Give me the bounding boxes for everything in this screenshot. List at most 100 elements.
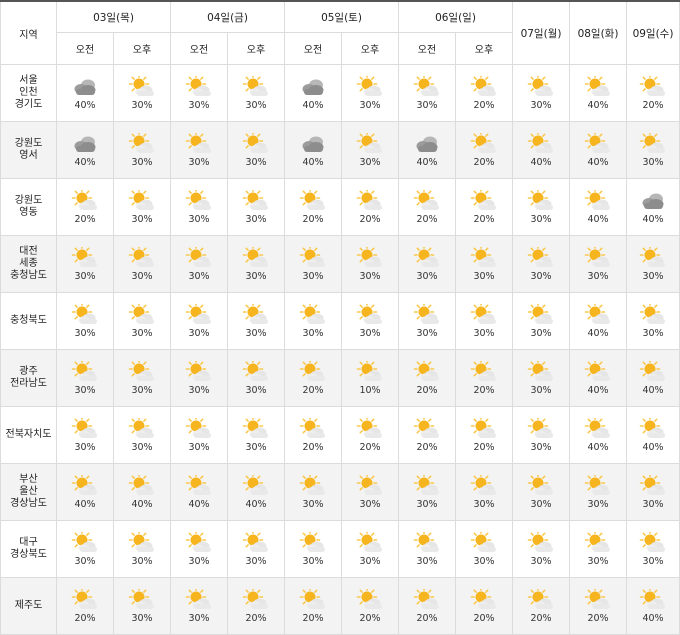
precip-probability: 30%: [530, 213, 552, 225]
forecast-cell: 30%: [113, 292, 171, 350]
partly-cloudy-icon: [356, 417, 382, 438]
region-row: 대구 경상북도 30% 30% 30% 30% 30% 30% 30% 30% 30% 30% 30%: [0, 520, 680, 578]
precip-probability: 30%: [74, 270, 96, 282]
partly-cloudy-icon: [356, 303, 382, 324]
precip-probability: 40%: [245, 498, 267, 510]
partly-cloudy-icon: [356, 588, 382, 609]
precip-probability: 20%: [359, 213, 381, 225]
region-name-line: 경기도: [14, 99, 43, 110]
forecast-cell: 30%: [512, 520, 570, 578]
forecast-cell: 20%: [284, 349, 342, 407]
region-name-line: 충청북도: [10, 315, 47, 326]
region-name-line: 영서: [19, 150, 38, 161]
partly-cloudy-icon: [527, 303, 553, 324]
forecast-cell: 20%: [455, 178, 513, 236]
partly-cloudy-icon: [470, 588, 496, 609]
precip-probability: 30%: [74, 327, 96, 339]
forecast-cell: 30%: [227, 520, 285, 578]
precip-probability: 30%: [359, 270, 381, 282]
day-header: 05일(토): [284, 0, 399, 33]
forecast-cell: 20%: [569, 577, 627, 635]
precip-probability: 30%: [188, 213, 210, 225]
precip-probability: 20%: [302, 612, 324, 624]
precip-probability: 40%: [587, 327, 609, 339]
forecast-cell: 30%: [341, 463, 399, 521]
forecast-cell: 30%: [455, 463, 513, 521]
precip-probability: 20%: [359, 441, 381, 453]
precip-probability: 30%: [530, 327, 552, 339]
partly-cloudy-icon: [527, 588, 553, 609]
precip-probability: 40%: [74, 498, 96, 510]
region-name: 광주 전라남도: [0, 349, 57, 407]
am-header: 오전: [398, 32, 456, 65]
region-name-line: 영동: [19, 207, 38, 218]
precip-probability: 20%: [473, 384, 495, 396]
region-name: 강원도 영동: [0, 178, 57, 236]
precip-probability: 30%: [302, 498, 324, 510]
forecast-cell: 30%: [626, 235, 680, 293]
precip-probability: 20%: [473, 213, 495, 225]
partly-cloudy-icon: [242, 189, 268, 210]
partly-cloudy-icon: [128, 246, 154, 267]
partly-cloudy-icon: [356, 531, 382, 552]
forecast-cell: 30%: [569, 235, 627, 293]
forecast-cell: 40%: [569, 121, 627, 179]
partly-cloudy-icon: [584, 189, 610, 210]
partly-cloudy-icon: [128, 132, 154, 153]
forecast-cell: 40%: [569, 292, 627, 350]
partly-cloudy-icon: [299, 303, 325, 324]
cloudy-icon: [74, 136, 96, 152]
forecast-cell: 30%: [56, 292, 114, 350]
precip-probability: 30%: [188, 156, 210, 168]
precip-probability: 30%: [359, 99, 381, 111]
forecast-cell: 20%: [227, 577, 285, 635]
precip-probability: 30%: [131, 327, 153, 339]
day-header: 06일(일): [398, 0, 513, 33]
forecast-cell: 30%: [512, 292, 570, 350]
region-name-line: 부산: [19, 474, 38, 485]
partly-cloudy-icon: [242, 360, 268, 381]
partly-cloudy-icon: [71, 474, 97, 495]
forecast-cell: 30%: [113, 64, 171, 122]
region-name-line: 광주: [19, 366, 38, 377]
precip-probability: 30%: [473, 270, 495, 282]
forecast-cell: 20%: [512, 577, 570, 635]
partly-cloudy-icon: [413, 189, 439, 210]
forecast-cell: 30%: [284, 463, 342, 521]
partly-cloudy-icon: [185, 474, 211, 495]
precip-probability: 30%: [302, 555, 324, 567]
forecast-cell: 10%: [341, 349, 399, 407]
partly-cloudy-icon: [470, 417, 496, 438]
partly-cloudy-icon: [71, 417, 97, 438]
forecast-cell: 30%: [113, 178, 171, 236]
precip-probability: 30%: [131, 270, 153, 282]
partly-cloudy-icon: [242, 303, 268, 324]
forecast-cell: 40%: [227, 463, 285, 521]
forecast-cell: 40%: [569, 178, 627, 236]
forecast-cell: 30%: [512, 406, 570, 464]
precip-probability: 20%: [473, 156, 495, 168]
region-row: 광주 전라남도 30% 30% 30% 30% 20% 10% 20% 20% 30% 40% 40%: [0, 349, 680, 407]
forecast-cell: 20%: [398, 577, 456, 635]
partly-cloudy-icon: [128, 417, 154, 438]
day-header: 07일(월): [512, 0, 570, 65]
partly-cloudy-icon: [71, 303, 97, 324]
precip-probability: 40%: [131, 498, 153, 510]
region-name: 제주도: [0, 577, 57, 635]
precip-probability: 40%: [188, 498, 210, 510]
precip-probability: 20%: [302, 213, 324, 225]
pm-header: 오후: [455, 32, 513, 65]
forecast-cell: 40%: [113, 463, 171, 521]
partly-cloudy-icon: [413, 246, 439, 267]
forecast-cell: 20%: [341, 406, 399, 464]
precip-probability: 30%: [530, 498, 552, 510]
forecast-cell: 40%: [626, 349, 680, 407]
partly-cloudy-icon: [299, 588, 325, 609]
forecast-cell: 40%: [569, 406, 627, 464]
precip-probability: 20%: [530, 612, 552, 624]
forecast-cell: 40%: [56, 463, 114, 521]
region-name-line: 서울: [19, 75, 38, 86]
region-row: 대전 세종 충청남도 30% 30% 30% 30% 30% 30% 30% 30% 30% 30% 30…: [0, 235, 680, 293]
precip-probability: 30%: [188, 441, 210, 453]
forecast-cell: 20%: [626, 64, 680, 122]
